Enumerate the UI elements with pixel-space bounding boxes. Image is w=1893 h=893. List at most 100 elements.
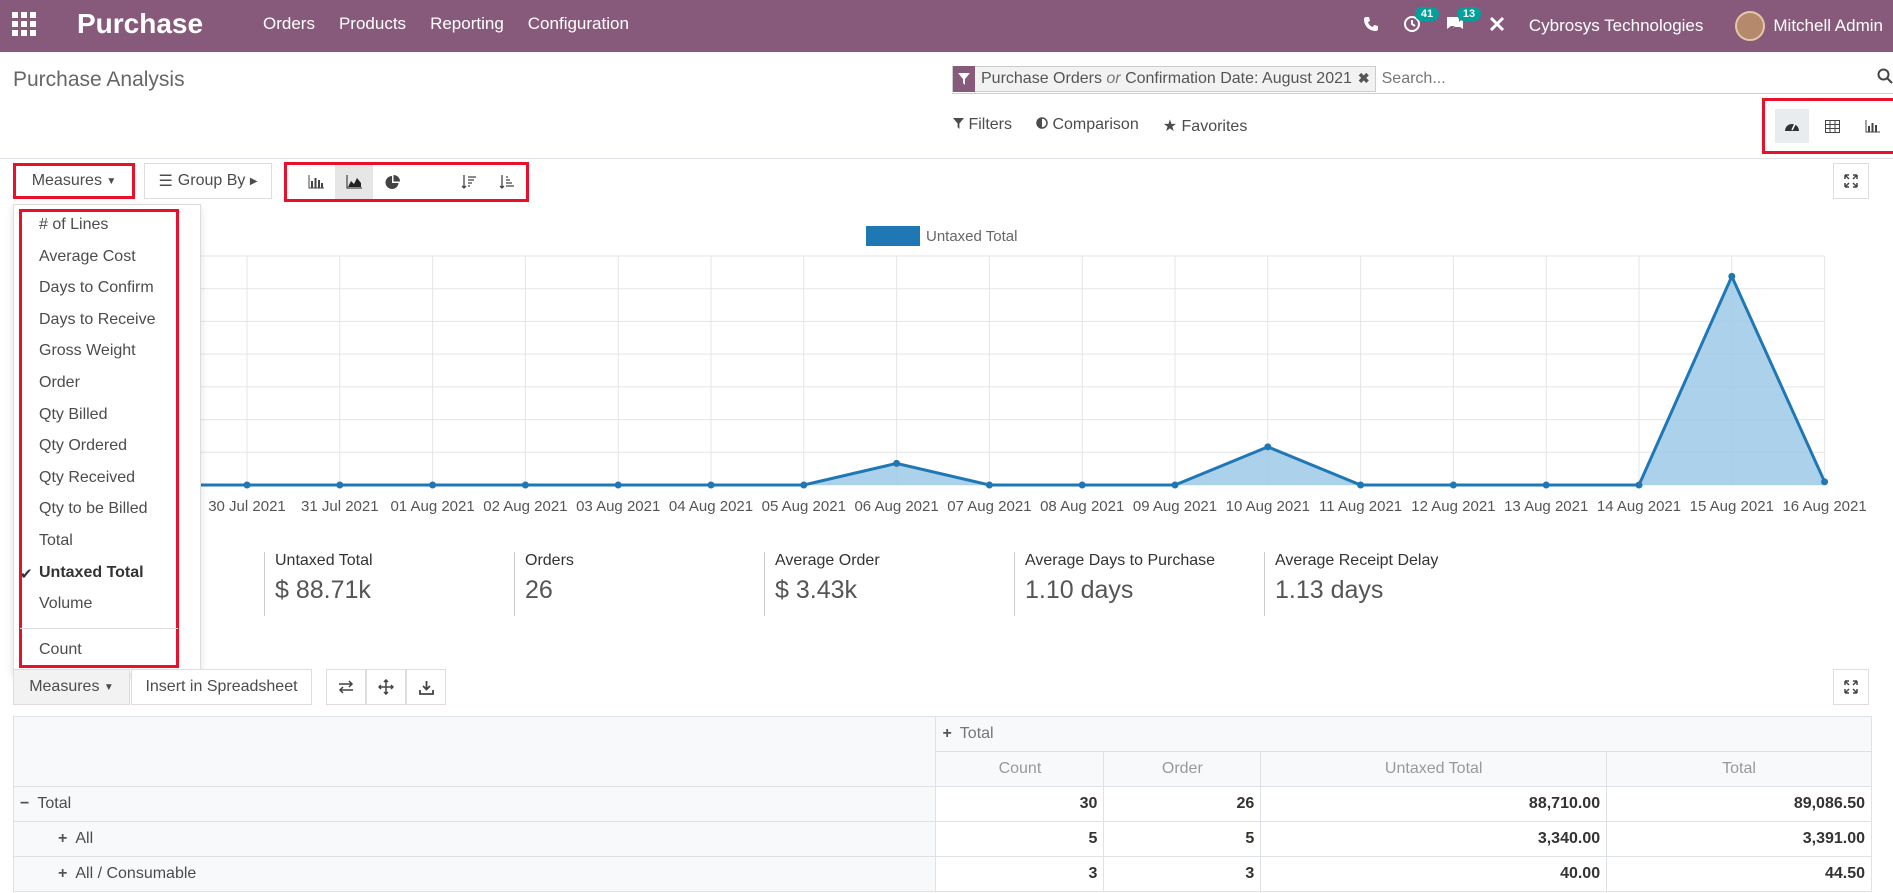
data-point[interactable] bbox=[1542, 481, 1550, 489]
kpi-orders[interactable]: Orders 26 bbox=[514, 552, 574, 616]
pivot-cell[interactable]: 3 bbox=[935, 856, 1105, 892]
chart-marks bbox=[160, 272, 1829, 489]
measure-option[interactable]: Qty Received bbox=[39, 469, 135, 487]
pivot-row-header[interactable]: + All bbox=[12, 821, 937, 857]
pivot-table: + Total Count Order Untaxed Total Total −… bbox=[12, 716, 1872, 892]
kpi-value: 1.10 days bbox=[1025, 576, 1134, 604]
dropdown-divider bbox=[20, 628, 178, 629]
measure-option[interactable]: Untaxed Total bbox=[39, 564, 144, 582]
expand-all-button[interactable] bbox=[366, 669, 406, 705]
data-point[interactable] bbox=[429, 481, 437, 489]
pivot-col-header[interactable]: Count bbox=[935, 751, 1105, 787]
x-tick-label: 02 Aug 2021 bbox=[483, 498, 567, 515]
data-point[interactable] bbox=[1264, 443, 1272, 451]
measure-option[interactable]: Qty Ordered bbox=[39, 437, 127, 455]
x-tick-label: 16 Aug 2021 bbox=[1782, 498, 1866, 515]
series-line bbox=[160, 272, 1826, 487]
kpi-value: $ 88.71k bbox=[275, 576, 371, 604]
kpi-untaxed-total[interactable]: Untaxed Total $ 88.71k bbox=[264, 552, 373, 616]
pivot-cell[interactable]: 5 bbox=[935, 821, 1105, 857]
x-tick-label: 11 Aug 2021 bbox=[1319, 498, 1402, 515]
x-tick-label: 30 Jul 2021 bbox=[208, 498, 286, 515]
pivot-col-header[interactable]: Untaxed Total bbox=[1260, 751, 1608, 787]
pivot-expand-button[interactable] bbox=[1833, 669, 1869, 705]
measure-option[interactable]: # of Lines bbox=[39, 216, 108, 234]
pivot-cell[interactable]: 3 bbox=[1103, 856, 1262, 892]
data-point[interactable] bbox=[893, 459, 901, 467]
x-tick-label: 13 Aug 2021 bbox=[1504, 498, 1588, 515]
pivot-cell[interactable]: 3,391.00 bbox=[1606, 821, 1872, 857]
kpi-label: Average Days to Purchase bbox=[1025, 552, 1216, 569]
x-tick-label: 01 Aug 2021 bbox=[390, 498, 474, 515]
kpi-label: Average Receipt Delay bbox=[1275, 552, 1439, 569]
download-button[interactable] bbox=[406, 669, 446, 705]
table-row: − Total 30 26 88,710.00 89,086.50 bbox=[12, 786, 1872, 822]
x-tick-label: 06 Aug 2021 bbox=[854, 498, 938, 515]
kpi-average-receipt-delay[interactable]: Average Receipt Delay 1.13 days bbox=[1264, 552, 1438, 616]
x-tick-label: 12 Aug 2021 bbox=[1411, 498, 1495, 515]
pivot-cell[interactable]: 3,340.00 bbox=[1260, 821, 1608, 857]
kpi-average-days-to-purchase[interactable]: Average Days to Purchase 1.10 days bbox=[1014, 552, 1215, 616]
data-point[interactable] bbox=[1449, 481, 1457, 489]
table-row: + All 5 5 3,340.00 3,391.00 bbox=[12, 821, 1872, 857]
kpi-label: Orders bbox=[525, 552, 574, 569]
measure-option[interactable]: Days to Receive bbox=[39, 311, 156, 329]
data-point[interactable] bbox=[336, 481, 344, 489]
pivot-corner bbox=[12, 751, 937, 787]
measure-option[interactable]: Volume bbox=[39, 595, 92, 613]
pivot-row-header[interactable]: − Total bbox=[12, 786, 937, 822]
legend-label[interactable]: Untaxed Total bbox=[926, 228, 1017, 245]
exchange-icon bbox=[338, 680, 354, 694]
expand-icon bbox=[1844, 680, 1858, 694]
x-tick-label: 10 Aug 2021 bbox=[1226, 498, 1310, 515]
kpi-value: $ 3.43k bbox=[775, 576, 858, 604]
pivot-row-header[interactable]: + All / Consumable bbox=[12, 856, 937, 892]
pivot-cell[interactable]: 5 bbox=[1103, 821, 1262, 857]
measure-option[interactable]: Days to Confirm bbox=[39, 279, 154, 297]
pivot-col-group-header[interactable]: + Total bbox=[935, 716, 1872, 752]
data-point[interactable] bbox=[1728, 272, 1736, 280]
measure-option[interactable]: Qty to be Billed bbox=[39, 500, 148, 518]
plus-icon: + bbox=[58, 830, 68, 847]
pivot-cell[interactable]: 26 bbox=[1103, 786, 1262, 822]
data-point[interactable] bbox=[707, 481, 715, 489]
legend-swatch[interactable] bbox=[866, 226, 920, 246]
pivot-col-header[interactable]: Total bbox=[1606, 751, 1872, 787]
measure-option[interactable]: Total bbox=[39, 532, 73, 550]
data-point[interactable] bbox=[521, 481, 529, 489]
check-icon: ✔ bbox=[20, 565, 33, 583]
measure-option[interactable]: Average Cost bbox=[39, 248, 136, 266]
pivot-cell[interactable]: 40.00 bbox=[1260, 856, 1608, 892]
data-point[interactable] bbox=[1078, 481, 1086, 489]
pivot-measures-button[interactable]: Measures ▼ bbox=[13, 669, 130, 705]
pivot-cell[interactable]: 88,710.00 bbox=[1260, 786, 1608, 822]
data-point[interactable] bbox=[800, 481, 808, 489]
x-tick-label: 15 Aug 2021 bbox=[1690, 498, 1774, 515]
flip-axis-button[interactable] bbox=[326, 669, 366, 705]
kpi-average-order[interactable]: Average Order $ 3.43k bbox=[764, 552, 880, 616]
plus-icon: + bbox=[58, 865, 68, 882]
data-point[interactable] bbox=[1357, 481, 1365, 489]
data-point[interactable] bbox=[1635, 481, 1643, 489]
series-area bbox=[160, 276, 1825, 485]
arrows-icon bbox=[378, 679, 394, 695]
data-point[interactable] bbox=[985, 481, 993, 489]
pivot-col-header[interactable]: Order bbox=[1103, 751, 1262, 787]
x-tick-label: 09 Aug 2021 bbox=[1133, 498, 1217, 515]
measure-option[interactable]: Gross Weight bbox=[39, 342, 136, 360]
data-point[interactable] bbox=[1821, 478, 1829, 486]
pivot-cell[interactable]: 89,086.50 bbox=[1606, 786, 1872, 822]
pivot-cell[interactable]: 44.50 bbox=[1606, 856, 1872, 892]
data-point[interactable] bbox=[614, 481, 622, 489]
data-point[interactable] bbox=[1171, 481, 1179, 489]
measure-option[interactable]: Count bbox=[39, 641, 82, 659]
chart-grid bbox=[160, 255, 1826, 486]
insert-in-spreadsheet-button[interactable]: Insert in Spreadsheet bbox=[131, 669, 312, 705]
pivot-corner bbox=[12, 716, 937, 752]
pivot-cell[interactable]: 30 bbox=[935, 786, 1105, 822]
data-point[interactable] bbox=[243, 481, 251, 489]
measure-option[interactable]: Qty Billed bbox=[39, 406, 107, 424]
measure-option[interactable]: Order bbox=[39, 374, 80, 392]
x-tick-label: 05 Aug 2021 bbox=[762, 498, 846, 515]
line-chart: Untaxed Total 30 Jul 2021 31 Jul 2021 01 A… bbox=[160, 226, 1867, 515]
